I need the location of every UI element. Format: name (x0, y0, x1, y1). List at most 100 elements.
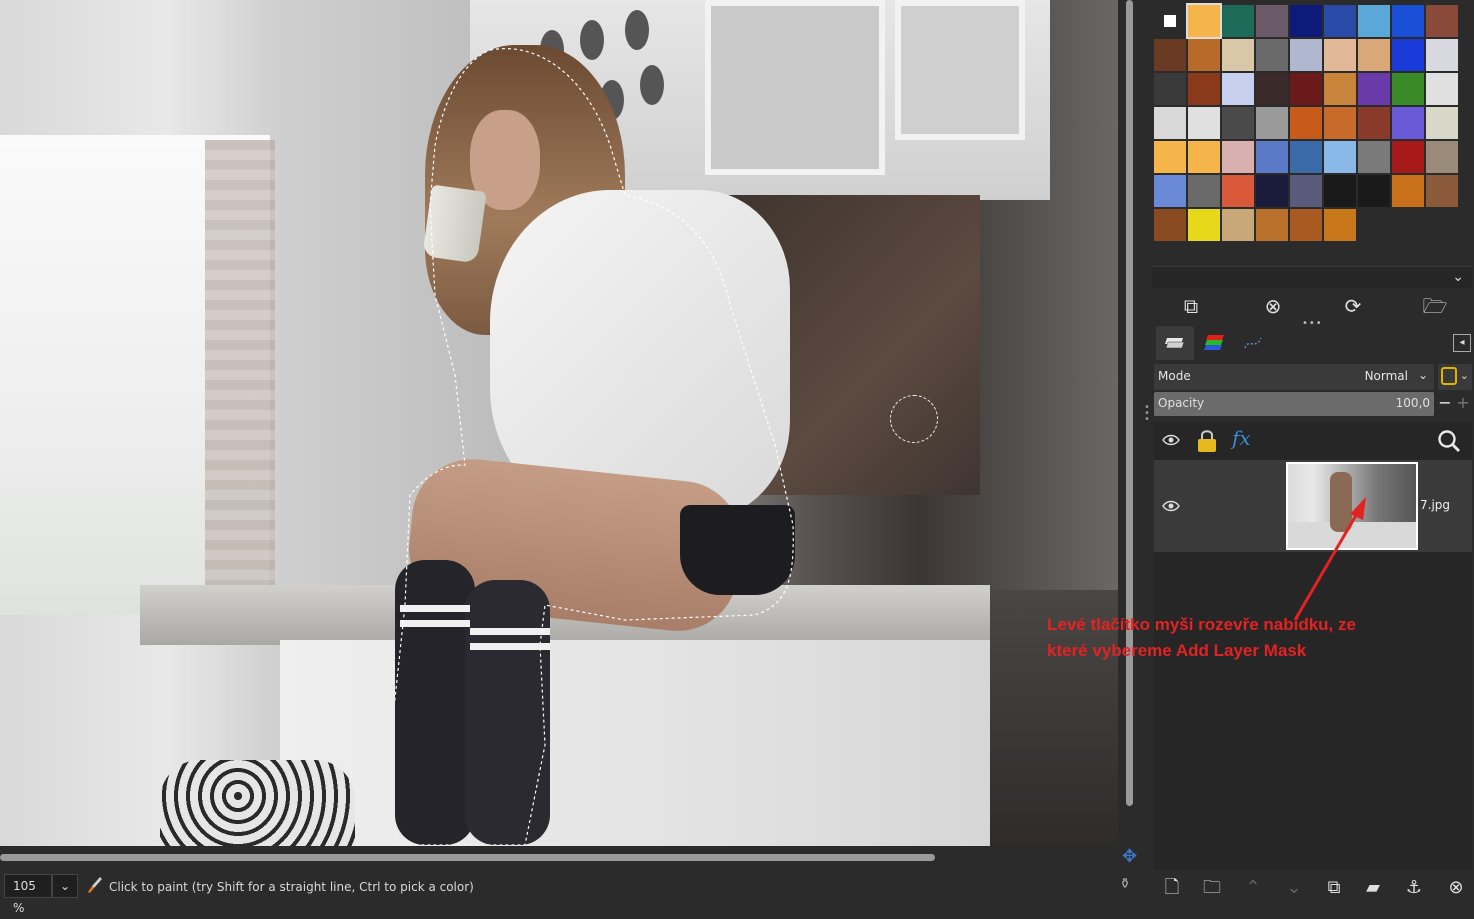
pattern-swatch[interactable] (1426, 73, 1458, 105)
pattern-swatch[interactable] (1186, 3, 1222, 39)
zoom-dropdown-button[interactable]: ⌄ (52, 874, 78, 898)
eye-icon[interactable] (1162, 434, 1180, 446)
pattern-swatch[interactable] (1222, 107, 1254, 139)
pattern-swatch[interactable] (1392, 39, 1424, 71)
pattern-swatch[interactable] (1358, 73, 1390, 105)
tab-channels[interactable] (1196, 326, 1234, 360)
pattern-swatch[interactable] (1154, 39, 1186, 71)
pattern-swatch[interactable] (1188, 107, 1220, 139)
duplicate-layer-button[interactable]: ⧉ (1320, 876, 1348, 902)
pattern-swatch[interactable] (1358, 39, 1390, 71)
tab-paths[interactable] (1234, 326, 1272, 360)
pattern-swatch[interactable] (1222, 5, 1254, 37)
opacity-increase-button[interactable]: + (1454, 392, 1472, 416)
pattern-swatch[interactable] (1324, 141, 1356, 173)
open-pattern-folder-button[interactable]: 🗁 (1420, 292, 1450, 320)
pattern-swatch[interactable] (1426, 107, 1458, 139)
lower-layer-button[interactable]: ⌄ (1280, 876, 1308, 902)
fx-icon[interactable]: fx (1232, 426, 1251, 450)
pattern-swatch[interactable] (1154, 107, 1186, 139)
image-canvas[interactable] (0, 0, 1118, 846)
layer-thumbnail[interactable] (1286, 462, 1418, 550)
dock-divider[interactable]: • • • (1140, 0, 1152, 903)
horizontal-scroll-thumb[interactable] (0, 854, 935, 861)
pattern-swatch[interactable] (1392, 73, 1424, 105)
pattern-swatch[interactable] (1358, 107, 1390, 139)
pattern-swatch[interactable] (1154, 5, 1186, 37)
pattern-swatch[interactable] (1188, 175, 1220, 207)
pattern-swatch[interactable] (1256, 209, 1288, 241)
pattern-swatch[interactable] (1392, 141, 1424, 173)
pattern-swatch[interactable] (1358, 175, 1390, 207)
canvas-horizontal-scrollbar[interactable] (0, 846, 1118, 868)
pattern-swatch[interactable] (1154, 141, 1186, 173)
eye-icon[interactable] (1162, 500, 1180, 512)
pattern-swatch[interactable] (1426, 175, 1458, 207)
pattern-swatch[interactable] (1392, 5, 1424, 37)
pattern-swatch[interactable] (1358, 141, 1390, 173)
pattern-swatch[interactable] (1188, 39, 1220, 71)
new-layer-button[interactable]: 🗋 (1158, 876, 1186, 902)
pattern-swatch[interactable] (1256, 73, 1288, 105)
pattern-swatch[interactable] (1154, 175, 1186, 207)
opacity-decrease-button[interactable]: − (1436, 392, 1454, 416)
pattern-swatch[interactable] (1290, 73, 1322, 105)
pattern-swatch[interactable] (1290, 141, 1322, 173)
pattern-swatch[interactable] (1188, 141, 1220, 173)
zoom-level-field[interactable]: 105 % (4, 874, 52, 915)
layer-mode-dropdown[interactable]: Mode Normal ⌄ (1154, 364, 1434, 390)
pattern-swatch[interactable] (1222, 73, 1254, 105)
pattern-swatch[interactable] (1256, 39, 1288, 71)
pattern-swatch[interactable] (1324, 39, 1356, 71)
pattern-swatch[interactable] (1324, 209, 1356, 241)
composite-mode-button[interactable]: ⌄ (1438, 364, 1472, 390)
pattern-swatch[interactable] (1256, 141, 1288, 173)
delete-pattern-button[interactable]: ⊗ (1258, 292, 1288, 320)
pattern-swatch[interactable] (1324, 73, 1356, 105)
pattern-swatch[interactable] (1392, 107, 1424, 139)
pattern-swatch[interactable] (1256, 175, 1288, 207)
pattern-swatch[interactable] (1290, 107, 1322, 139)
layer-row[interactable]: 7.jpg (1154, 460, 1472, 552)
layer-name[interactable]: 7.jpg (1420, 498, 1450, 512)
pattern-swatch[interactable] (1324, 175, 1356, 207)
pattern-swatch[interactable] (1256, 5, 1288, 37)
tab-layers[interactable] (1156, 326, 1194, 360)
merge-layer-button[interactable]: ▰ (1359, 876, 1387, 902)
quick-mask-icon[interactable]: ⚱ (1114, 876, 1136, 898)
chevron-down-icon[interactable]: ⌄ (1452, 269, 1464, 285)
lock-icon[interactable] (1196, 428, 1218, 454)
pattern-swatch[interactable] (1188, 209, 1220, 241)
pattern-swatch[interactable] (1222, 175, 1254, 207)
duplicate-pattern-button[interactable]: ⧉ (1176, 292, 1206, 320)
pattern-swatch[interactable] (1426, 5, 1458, 37)
pattern-swatch[interactable] (1154, 209, 1186, 241)
raise-layer-button[interactable]: ⌃ (1239, 876, 1267, 902)
refresh-patterns-button[interactable]: ⟳ (1338, 292, 1368, 320)
pattern-swatch[interactable] (1222, 209, 1254, 241)
search-icon[interactable] (1436, 428, 1462, 454)
new-layer-group-button[interactable]: 🗀 (1198, 876, 1226, 902)
pattern-swatch[interactable] (1154, 73, 1186, 105)
pattern-swatch[interactable] (1324, 107, 1356, 139)
pattern-swatch[interactable] (1392, 175, 1424, 207)
vertical-scroll-thumb[interactable] (1126, 0, 1133, 806)
pattern-swatch[interactable] (1290, 175, 1322, 207)
navigate-icon[interactable]: ✥ (1119, 846, 1140, 868)
delete-layer-button[interactable]: ⊗ (1442, 876, 1470, 902)
pattern-swatch[interactable] (1188, 73, 1220, 105)
canvas-vertical-scrollbar[interactable] (1118, 0, 1140, 846)
pattern-swatch[interactable] (1290, 39, 1322, 71)
pattern-swatch[interactable] (1222, 39, 1254, 71)
opacity-slider[interactable]: Opacity 100,0 (1154, 392, 1434, 416)
pattern-swatch[interactable] (1290, 209, 1322, 241)
pattern-swatch[interactable] (1358, 5, 1390, 37)
pattern-swatch[interactable] (1256, 107, 1288, 139)
pattern-swatch[interactable] (1426, 141, 1458, 173)
pattern-swatch[interactable] (1426, 39, 1458, 71)
pattern-swatch[interactable] (1222, 141, 1254, 173)
pattern-swatch[interactable] (1324, 5, 1356, 37)
pattern-swatch[interactable] (1290, 5, 1322, 37)
anchor-layer-button[interactable]: ⚓ (1400, 876, 1428, 902)
tab-menu-button[interactable]: ◂ (1453, 334, 1471, 352)
